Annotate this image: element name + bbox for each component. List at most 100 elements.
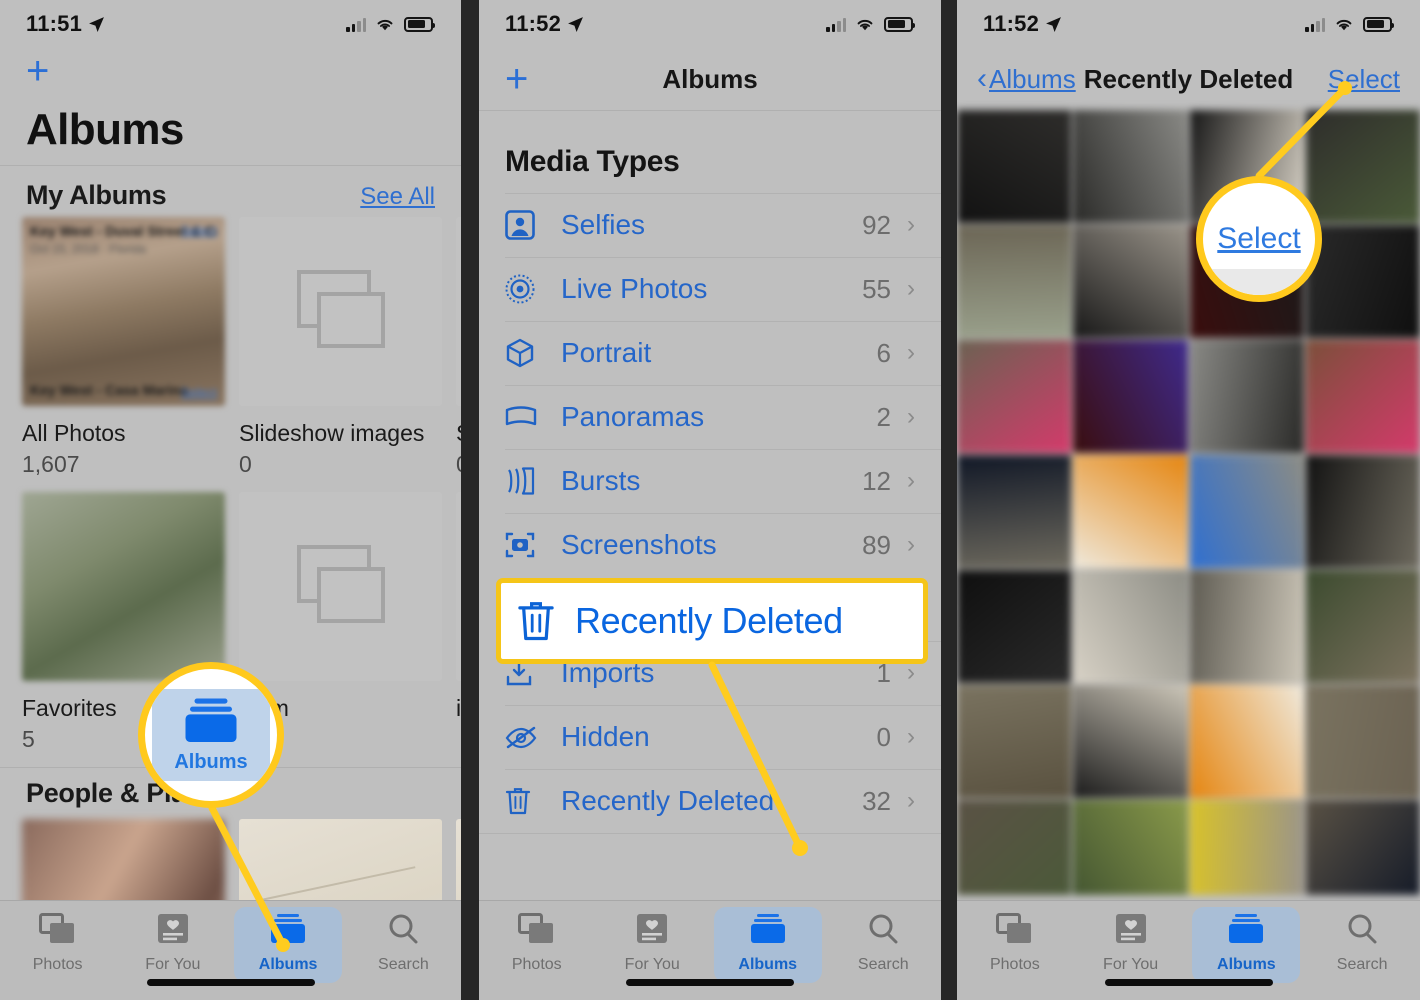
list-item-count: 6 [876,337,891,368]
wifi-icon [1336,19,1352,30]
photo-thumbnail[interactable] [1073,455,1188,568]
photo-thumbnail[interactable] [1073,800,1188,895]
status-time: 11:52 [505,11,584,37]
list-item-count: 12 [862,465,891,496]
screenshot-icon [505,530,551,560]
tab-albums[interactable]: Albums [231,907,346,983]
tab-photos[interactable]: Photos [0,913,115,974]
battery-icon [1363,16,1394,32]
photo-thumbnail[interactable] [1189,570,1304,683]
album-cell-row2-c[interactable]: iP [456,492,461,753]
tab-bar-2[interactable]: Photos For You Albums Search [479,900,941,1000]
select-button[interactable]: Select [1328,64,1400,95]
overlay-bottom-select-link[interactable]: Select [181,385,217,400]
status-bar-3: 11:52 [957,0,1420,48]
list-item-portrait[interactable]: Portrait 6 › [479,321,941,385]
tab-photos[interactable]: Photos [957,913,1073,974]
photo-thumbnail[interactable] [1073,685,1188,798]
tab-label: For You [145,956,201,973]
for-you-card-icon [156,913,190,950]
list-item-screenshots[interactable]: Screenshots 89 › [479,513,941,577]
photo-thumbnail[interactable] [1305,570,1420,683]
deleted-photos-grid[interactable] [957,110,1420,895]
list-item-panoramas[interactable]: Panoramas 2 › [479,385,941,449]
tab-albums[interactable]: Albums [1189,907,1305,983]
navbar-3: ‹ Albums Recently Deleted Select [957,48,1420,110]
tab-search[interactable]: Search [346,913,461,974]
status-time: 11:51 [26,11,105,37]
photo-thumbnail[interactable] [1305,340,1420,453]
chevron-right-icon: › [907,275,915,302]
photo-thumbnail[interactable] [1073,570,1188,683]
callout-albums-pill: Albums [152,689,270,781]
list-item-count: 89 [862,529,891,560]
tab-search[interactable]: Search [826,913,942,974]
photo-thumbnail[interactable] [957,110,1072,223]
tab-label: Search [378,956,429,973]
photo-thumbnail[interactable] [957,455,1072,568]
status-bar-1: 11:51 [0,0,461,48]
photo-thumbnail[interactable] [1305,800,1420,895]
photo-stack-icon [296,544,385,623]
photo-thumbnail[interactable] [1073,110,1188,223]
album-cell-third-cut[interactable]: S 0 [456,217,461,478]
add-album-button[interactable]: + [26,51,49,91]
list-item-selfies[interactable]: Selfies 92 › [479,193,941,257]
albums-folder-icon [748,913,788,950]
cellular-signal-icon [826,17,846,32]
photo-thumbnail[interactable] [1189,340,1304,453]
photo-thumbnail[interactable] [957,340,1072,453]
list-item-hidden[interactable]: Hidden 0 › [479,705,941,769]
overlay-select-link[interactable]: Select [181,223,217,238]
list-item-count: 55 [862,273,891,304]
photo-thumbnail[interactable] [1073,225,1188,338]
callout-select-button[interactable]: Select [1196,176,1322,302]
list-item-live-photos[interactable]: Live Photos 55 › [479,257,941,321]
photo-thumbnail[interactable] [1305,455,1420,568]
album-count: 0 [239,451,252,477]
tab-for-you[interactable]: For You [115,913,230,974]
cellular-signal-icon [1305,17,1325,32]
tab-for-you[interactable]: For You [595,913,711,974]
tab-label: Search [1336,956,1388,973]
tab-photos[interactable]: Photos [479,913,595,974]
status-bar-2: 11:52 [479,0,941,48]
list-item-bursts[interactable]: Bursts 12 › [479,449,941,513]
tab-label: Albums [258,956,318,973]
status-indicators [346,16,435,32]
albums-folder-icon [185,698,237,742]
tab-bar-3[interactable]: Photos For You Albums Search [957,900,1420,1000]
battery-icon [884,16,915,32]
wifi-icon [857,19,873,30]
callout-albums-tab[interactable]: Albums [138,662,284,808]
phone-screen-albums-grid: 11:51 + Albums My Albums See All Key Wes… [0,0,461,1000]
chevron-right-icon: › [907,339,915,366]
album-cell-slideshow-images[interactable]: Slideshow images 0 [239,217,442,478]
photo-thumbnail[interactable] [1189,685,1304,798]
photo-thumbnail[interactable] [957,570,1072,683]
location-arrow-icon [1046,16,1061,32]
list-item-label: Live Photos [561,273,708,304]
list-item-recently-deleted[interactable]: Recently Deleted 32 › [479,769,941,833]
eye-slash-icon [505,725,551,749]
photo-thumbnail[interactable] [957,225,1072,338]
photo-thumbnail[interactable] [1305,225,1420,338]
photo-thumbnail[interactable] [1189,800,1304,895]
tab-bar-1[interactable]: Photos For You Albums Search [0,900,461,1000]
home-indicator [626,979,794,986]
photo-thumbnail[interactable] [1189,455,1304,568]
photo-thumbnail[interactable] [1305,110,1420,223]
see-all-link[interactable]: See All [360,183,435,211]
album-cell-all-photos[interactable]: Key West - Duval Street & Ca... Oct 15, … [22,217,225,478]
callout-recently-deleted[interactable]: Recently Deleted [496,578,928,664]
photo-thumbnail[interactable] [1305,685,1420,798]
photo-thumbnail[interactable] [957,800,1072,895]
overlay-bottom-title: Key West - Casa Marina [30,382,188,398]
photo-thumbnail[interactable] [1073,340,1188,453]
tab-albums[interactable]: Albums [710,907,826,983]
tab-for-you[interactable]: For You [1073,913,1189,974]
photo-thumbnail[interactable] [957,685,1072,798]
list-item-count: 92 [862,209,891,240]
status-time-text: 11:52 [983,11,1040,36]
tab-search[interactable]: Search [1304,913,1420,974]
